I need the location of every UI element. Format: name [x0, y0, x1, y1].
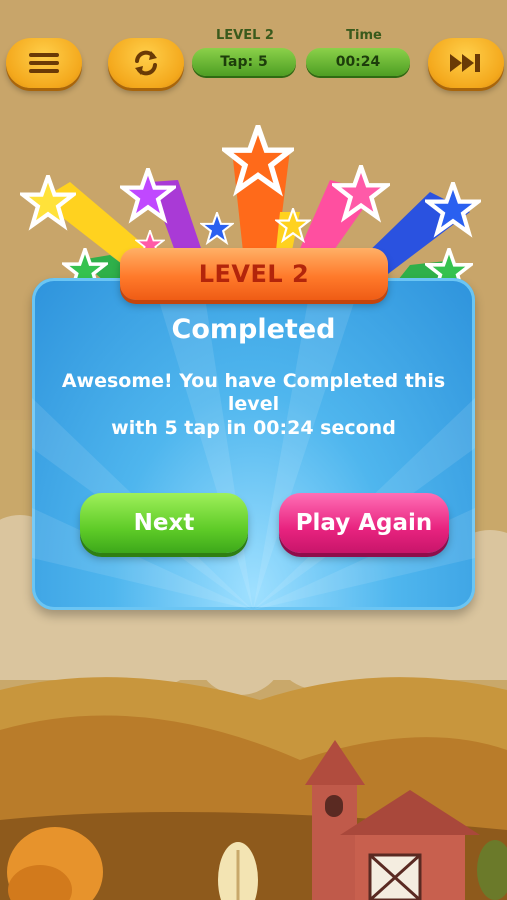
level-ribbon: LEVEL 2	[120, 248, 388, 300]
message-line-2: level	[227, 393, 280, 415]
time-label: Time	[346, 28, 382, 43]
hamburger-menu-icon	[29, 53, 59, 73]
play-again-button[interactable]: Play Again	[279, 493, 449, 553]
message-line-3: with 5 tap in 00:24 second	[111, 417, 396, 439]
menu-button[interactable]	[6, 38, 82, 88]
restart-button[interactable]	[108, 38, 184, 88]
level-label: LEVEL 2	[216, 28, 274, 43]
fast-forward-icon	[450, 54, 480, 72]
message-line-1: Awesome! You have Completed this	[61, 370, 446, 392]
top-bar: LEVEL 2 Tap: 5 Time 00:24	[0, 0, 507, 100]
time-counter: 00:24	[306, 48, 410, 76]
star-small-blue-icon	[200, 212, 234, 244]
next-button[interactable]: Next	[80, 493, 248, 553]
dialog-title: Completed	[171, 314, 336, 345]
skip-button[interactable]	[428, 38, 504, 88]
restart-icon	[135, 50, 157, 76]
tap-counter: Tap: 5	[192, 48, 296, 76]
